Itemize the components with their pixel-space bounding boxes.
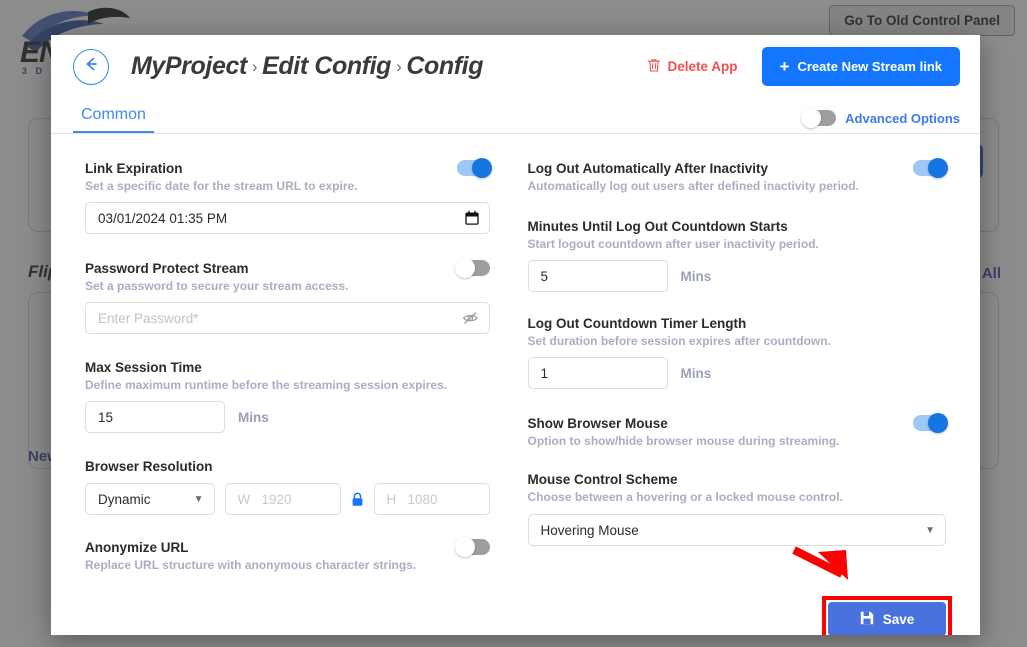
browser-resolution-mode-value: Dynamic: [98, 492, 151, 507]
max-session-time-unit: Mins: [238, 410, 269, 425]
modal-footer: Save: [51, 578, 980, 635]
toggle-knob: [472, 158, 492, 178]
show-browser-mouse-toggle[interactable]: [913, 415, 946, 431]
advanced-options-label: Advanced Options: [845, 111, 960, 126]
plus-icon: +: [780, 58, 790, 75]
browser-resolution-width-input[interactable]: [225, 483, 341, 515]
save-button[interactable]: Save: [828, 602, 946, 635]
modal-header: MyProject›Edit Config›Config Delete App …: [51, 35, 980, 98]
chevron-down-icon: ▼: [925, 525, 935, 536]
right-settings-column: Log Out Automatically After Inactivity A…: [516, 160, 947, 578]
lock-icon[interactable]: [351, 492, 364, 507]
browser-resolution-height-input[interactable]: [374, 483, 490, 515]
breadcrumb-item-project[interactable]: MyProject: [131, 52, 247, 80]
eye-off-icon[interactable]: [462, 311, 479, 326]
max-session-time-title: Max Session Time: [85, 360, 490, 375]
mouse-control-scheme-value: Hovering Mouse: [541, 523, 639, 538]
countdown-timer-length-row: Mins: [528, 357, 947, 389]
breadcrumb-item-config: Config: [406, 52, 483, 80]
link-expiration-title: Link Expiration: [85, 161, 183, 176]
field-header: Link Expiration: [85, 160, 490, 176]
back-button[interactable]: [73, 49, 109, 85]
countdown-timer-length-unit: Mins: [681, 366, 712, 381]
toggle-knob: [455, 537, 475, 557]
trash-icon: [647, 58, 661, 76]
link-expiration-input-wrap: [85, 202, 490, 234]
field-password-protect-stream: Password Protect Stream Set a password t…: [85, 260, 490, 334]
field-header: Log Out Automatically After Inactivity: [528, 160, 947, 176]
minutes-until-countdown-title: Minutes Until Log Out Countdown Starts: [528, 219, 947, 234]
advanced-options-toggle[interactable]: [803, 110, 836, 126]
link-expiration-toggle[interactable]: [457, 160, 490, 176]
mouse-control-scheme-description: Choose between a hovering or a locked mo…: [528, 490, 947, 504]
countdown-timer-length-description: Set duration before session expires afte…: [528, 334, 947, 348]
log-out-automatically-title: Log Out Automatically After Inactivity: [528, 161, 769, 176]
toggle-knob: [801, 108, 821, 128]
arrow-left-circle-icon: [82, 55, 100, 78]
breadcrumb-separator-2: ›: [396, 57, 401, 76]
breadcrumb: MyProject › Edit Config › Config: [131, 52, 483, 81]
field-link-expiration: Link Expiration Set a specific date for …: [85, 160, 490, 234]
breadcrumb-separator-1: ›: [252, 57, 257, 76]
delete-app-button[interactable]: Delete App: [647, 58, 738, 76]
field-mouse-control-scheme: Mouse Control Scheme Choose between a ho…: [528, 472, 947, 546]
field-header: Anonymize URL: [85, 539, 490, 555]
toggle-knob: [928, 413, 948, 433]
browser-resolution-mode-select[interactable]: Dynamic ▼: [85, 483, 215, 515]
field-show-browser-mouse: Show Browser Mouse Option to show/hide b…: [528, 415, 947, 448]
toggle-knob: [928, 158, 948, 178]
max-session-time-row: Mins: [85, 401, 490, 433]
link-expiration-description: Set a specific date for the stream URL t…: [85, 179, 490, 193]
mouse-control-scheme-title: Mouse Control Scheme: [528, 472, 947, 487]
field-log-out-automatically: Log Out Automatically After Inactivity A…: [528, 160, 947, 193]
log-out-automatically-description: Automatically log out users after define…: [528, 179, 947, 193]
minutes-until-countdown-unit: Mins: [681, 269, 712, 284]
max-session-time-description: Define maximum runtime before the stream…: [85, 378, 490, 392]
field-countdown-timer-length: Log Out Countdown Timer Length Set durat…: [528, 316, 947, 389]
floppy-disk-icon: [860, 611, 874, 628]
log-out-automatically-toggle[interactable]: [913, 160, 946, 176]
mouse-control-scheme-select[interactable]: Hovering Mouse ▼: [528, 514, 947, 546]
browser-resolution-row: Dynamic ▼: [85, 483, 490, 515]
countdown-timer-length-title: Log Out Countdown Timer Length: [528, 316, 947, 331]
field-header: Show Browser Mouse: [528, 415, 947, 431]
browser-resolution-title: Browser Resolution: [85, 459, 490, 474]
create-new-stream-link-button[interactable]: + Create New Stream link: [762, 47, 960, 86]
tab-common[interactable]: Common: [73, 106, 154, 133]
advanced-options-control[interactable]: Advanced Options: [803, 110, 960, 133]
field-max-session-time: Max Session Time Define maximum runtime …: [85, 360, 490, 433]
edit-config-modal: MyProject›Edit Config›Config Delete App …: [51, 35, 980, 635]
show-browser-mouse-description: Option to show/hide browser mouse during…: [528, 434, 947, 448]
minutes-until-countdown-row: Mins: [528, 260, 947, 292]
modal-body: Link Expiration Set a specific date for …: [51, 134, 980, 578]
password-input[interactable]: [85, 302, 490, 334]
left-settings-column: Link Expiration Set a specific date for …: [85, 160, 516, 578]
field-anonymize-url: Anonymize URL Replace URL structure with…: [85, 539, 490, 572]
chevron-down-icon: ▼: [194, 494, 204, 505]
field-browser-resolution: Browser Resolution Dynamic ▼: [85, 459, 490, 515]
field-header: Password Protect Stream: [85, 260, 490, 276]
save-label: Save: [883, 612, 915, 627]
delete-app-label: Delete App: [668, 59, 738, 74]
password-protect-title: Password Protect Stream: [85, 261, 249, 276]
anonymize-url-title: Anonymize URL: [85, 540, 189, 555]
link-expiration-date-input[interactable]: [85, 202, 490, 234]
anonymize-url-description: Replace URL structure with anonymous cha…: [85, 558, 490, 572]
calendar-icon[interactable]: [465, 211, 479, 226]
password-input-wrap: [85, 302, 490, 334]
create-new-stream-link-label: Create New Stream link: [797, 59, 942, 74]
max-session-time-input[interactable]: [85, 401, 225, 433]
anonymize-url-toggle[interactable]: [457, 539, 490, 555]
tab-bar: Common Advanced Options: [51, 98, 980, 134]
toggle-knob: [455, 258, 475, 278]
field-minutes-until-countdown: Minutes Until Log Out Countdown Starts S…: [528, 219, 947, 292]
breadcrumb-item-edit-config[interactable]: Edit Config: [262, 52, 391, 80]
password-protect-toggle[interactable]: [457, 260, 490, 276]
minutes-until-countdown-input[interactable]: [528, 260, 668, 292]
countdown-timer-length-input[interactable]: [528, 357, 668, 389]
minutes-until-countdown-description: Start logout countdown after user inacti…: [528, 237, 947, 251]
show-browser-mouse-title: Show Browser Mouse: [528, 416, 668, 431]
password-protect-description: Set a password to secure your stream acc…: [85, 279, 490, 293]
